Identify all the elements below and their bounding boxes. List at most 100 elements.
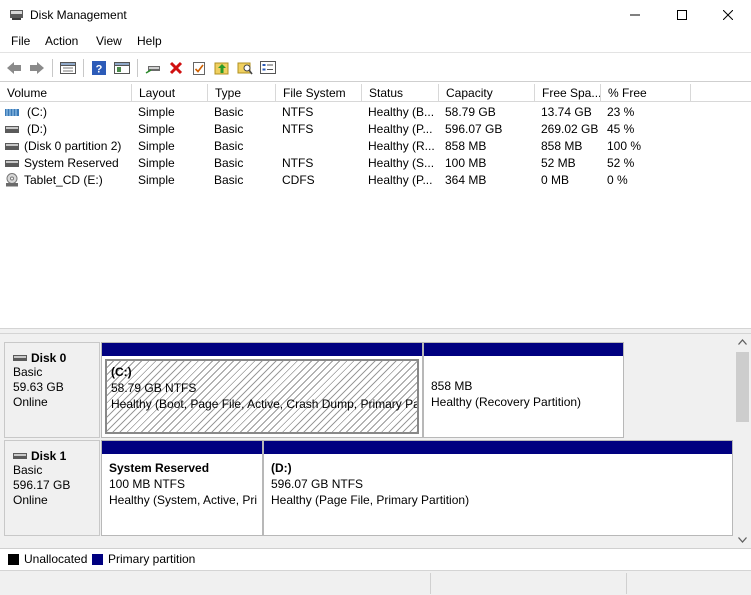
properties-check-button[interactable] [189,58,209,78]
partition-body: 858 MB Healthy (Recovery Partition) [427,359,620,434]
disk-list-button[interactable] [58,58,78,78]
volume-row[interactable]: Tablet_CD (E:) Simple Basic CDFS Healthy… [0,172,751,189]
volume-free-space: 52 MB [541,156,576,170]
volume-row[interactable]: (Disk 0 partition 2) Simple Basic Health… [0,138,751,155]
scroll-down-icon[interactable] [738,537,747,543]
volume-capacity: 858 MB [445,139,487,153]
column-header-percent-free[interactable]: % Free [601,84,691,102]
partition-d[interactable]: (D:) 596.07 GB NTFS Healthy (Page File, … [263,440,733,536]
volume-status: Healthy (S... [368,156,435,170]
back-arrow-icon [7,62,21,74]
partition-system-reserved[interactable]: System Reserved 100 MB NTFS Healthy (Sys… [101,440,263,536]
volume-icon [5,126,19,133]
legend-primary-partition: Primary partition [108,552,196,566]
column-header-layout[interactable]: Layout [132,84,208,102]
partition-title: System Reserved [109,461,210,475]
minimize-button[interactable] [612,0,658,30]
console-icon [114,62,130,74]
cd-drive-icon [6,173,18,187]
volume-file-system: NTFS [282,122,314,136]
svg-text:?: ? [96,64,103,76]
primary-partition-bar [102,343,422,356]
menu-action[interactable]: Action [45,34,78,48]
disk-1-label[interactable]: Disk 1 Basic 596.17 GB Online [4,440,100,536]
back-button[interactable] [4,58,24,78]
partition-body: System Reserved 100 MB NTFS Healthy (Sys… [105,457,259,532]
partition-body: (C:) 58.79 GB NTFS Healthy (Boot, Page F… [105,359,419,434]
console-button[interactable] [112,58,132,78]
partition-recovery[interactable]: 858 MB Healthy (Recovery Partition) [423,342,624,438]
partition-size: 58.79 GB NTFS [111,381,197,395]
volume-capacity: 58.79 GB [445,105,496,119]
close-button[interactable] [705,0,751,30]
volume-percent-free: 100 % [607,139,642,153]
volume-layout: Simple [138,173,175,187]
volume-capacity: 364 MB [445,173,487,187]
volume-file-system: NTFS [282,156,314,170]
partition-size: 596.07 GB NTFS [271,477,364,491]
disk-name: Disk 1 [31,449,67,463]
disk-map: Disk 0 Basic 59.63 GB Online (C:) 58.79 … [0,334,734,548]
column-header-file-system[interactable]: File System [276,84,362,102]
unallocated-swatch [8,554,19,565]
connect-disk-button[interactable] [143,58,163,78]
volume-list: Volume Layout Type File System Status Ca… [0,84,751,328]
volume-row[interactable]: (C:) Simple Basic NTFS Healthy (B... 58.… [0,104,751,121]
volume-type: Basic [214,139,244,153]
disk-list-icon [60,62,76,74]
column-header-capacity[interactable]: Capacity [439,84,535,102]
volume-status: Healthy (P... [368,173,433,187]
volume-type: Basic [214,173,244,187]
properties-list-icon [260,61,276,74]
disk-name: Disk 0 [31,351,67,365]
help-button[interactable]: ? [89,58,109,78]
search-folder-button[interactable] [235,58,255,78]
folder-up-button[interactable] [212,58,232,78]
disk-0-label[interactable]: Disk 0 Basic 59.63 GB Online [4,342,100,438]
volume-percent-free: 45 % [607,122,635,136]
disk-size: 59.63 GB [13,380,64,394]
scroll-up-icon[interactable] [738,339,747,345]
primary-partition-bar [264,441,732,454]
status-pane [626,573,751,594]
volume-type: Basic [214,156,244,170]
scrollbar-thumb[interactable] [736,352,749,422]
partition-title: (D:) [271,461,292,475]
partition-size: 858 MB [431,379,473,393]
properties-check-icon [193,61,205,75]
volume-type: Basic [214,105,244,119]
volume-layout: Simple [138,139,175,153]
disk-management-icon [10,10,23,20]
striped-volume-icon [5,109,19,116]
volume-free-space: 13.74 GB [541,105,592,119]
partition-c[interactable]: (C:) 58.79 GB NTFS Healthy (Boot, Page F… [101,342,423,438]
delete-icon [169,61,183,75]
disk-type: Basic [13,463,43,477]
volume-name: System Reserved [24,156,119,170]
volume-type: Basic [214,122,244,136]
column-header-volume[interactable]: Volume [0,84,132,102]
menu-help[interactable]: Help [137,34,162,48]
volume-row[interactable]: (D:) Simple Basic NTFS Healthy (P... 596… [0,121,751,138]
column-header-type[interactable]: Type [208,84,276,102]
volume-row[interactable]: System Reserved Simple Basic NTFS Health… [0,155,751,172]
menu-view[interactable]: View [96,34,122,48]
volume-status: Healthy (R... [368,139,435,153]
forward-button[interactable] [27,58,47,78]
partition-status: Healthy (System, Active, Pri [109,493,258,507]
partition-body: (D:) 596.07 GB NTFS Healthy (Page File, … [267,457,729,532]
properties-list-button[interactable] [258,58,278,78]
column-header-status[interactable]: Status [362,84,439,102]
disk-icon [13,355,27,361]
volume-free-space: 269.02 GB [541,122,599,136]
disk-type: Basic [13,365,43,379]
maximize-button[interactable] [659,0,705,30]
menu-file[interactable]: File [11,34,30,48]
status-bar [0,570,751,595]
minimize-icon [630,14,640,16]
delete-button[interactable] [166,58,186,78]
search-folder-icon [237,62,253,75]
legend-unallocated: Unallocated [24,552,88,566]
partition-title [431,362,616,378]
column-header-free-space[interactable]: Free Spa... [535,84,601,102]
